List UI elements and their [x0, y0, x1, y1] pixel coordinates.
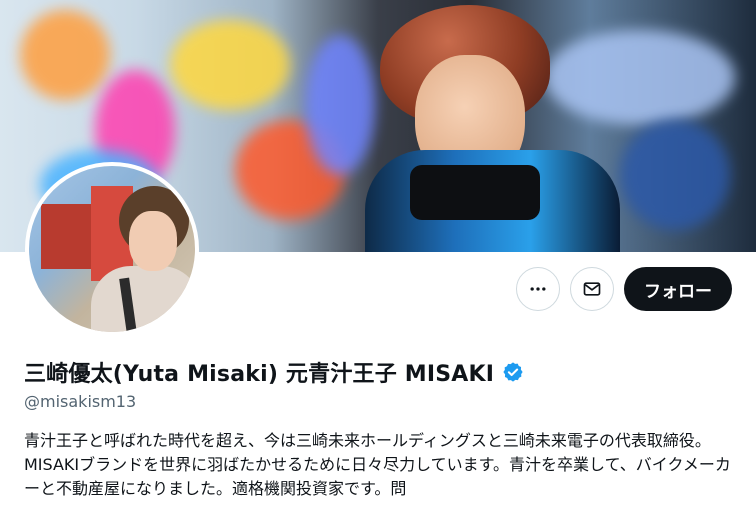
profile-actions: フォロー: [516, 267, 732, 311]
more-button[interactable]: [516, 267, 560, 311]
banner-collar: [410, 165, 540, 220]
avatar[interactable]: [25, 162, 199, 336]
avatar-face: [129, 211, 177, 271]
profile-info: 三崎優太(Yuta Misaki) 元青汁王子 MISAKI @misakism…: [24, 356, 738, 501]
avatar-coat: [91, 266, 195, 332]
more-horizontal-icon: [530, 287, 546, 291]
banner-light: [620, 120, 730, 230]
message-button[interactable]: [570, 267, 614, 311]
name-row: 三崎優太(Yuta Misaki) 元青汁王子 MISAKI: [24, 356, 738, 388]
profile-bio: 青汁王子と呼ばれた時代を超え、今は三崎未来ホールディングスと三崎未来電子の代表取…: [24, 431, 731, 498]
verified-badge-icon[interactable]: [502, 361, 524, 383]
envelope-icon: [583, 282, 601, 296]
banner-person: [355, 0, 625, 252]
follow-label: フォロー: [644, 281, 712, 302]
banner-light: [20, 10, 110, 100]
banner-light: [170, 20, 290, 110]
user-handle: @misakism13: [24, 392, 137, 411]
follow-button[interactable]: フォロー: [624, 267, 732, 311]
display-name: 三崎優太(Yuta Misaki) 元青汁王子 MISAKI: [24, 362, 495, 387]
